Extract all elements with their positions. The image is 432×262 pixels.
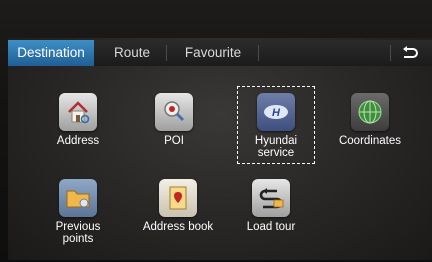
menu-item-label: Coordinates	[338, 135, 401, 147]
tab-destination[interactable]: Destination	[8, 40, 94, 66]
menu-item-label: Address book	[142, 221, 214, 233]
menu-item-poi[interactable]: POI	[129, 93, 219, 147]
tab-separator	[258, 45, 259, 61]
menu-item-coordinates[interactable]: Coordinates	[320, 93, 420, 147]
menu-item-label: Hyundai service	[254, 135, 298, 159]
back-button[interactable]	[394, 40, 426, 66]
globe-icon	[351, 93, 389, 131]
menu-item-label: Load tour	[246, 221, 296, 233]
svg-text:H: H	[272, 107, 281, 119]
house-icon	[59, 93, 97, 131]
menu-item-address[interactable]: Address	[33, 93, 123, 147]
folder-icon	[59, 179, 97, 217]
hyundai-logo-icon: H	[257, 93, 295, 131]
menu-item-load-tour[interactable]: Load tour	[226, 179, 316, 233]
menu-item-hyundai-service[interactable]: H Hyundai service	[237, 86, 315, 164]
tab-bar: Destination Route Favourite	[8, 40, 432, 66]
tab-route[interactable]: Route	[102, 40, 162, 66]
nav-screen: Destination Route Favourite Address POI …	[8, 38, 432, 260]
tab-separator	[166, 45, 167, 61]
menu-item-label: POI	[164, 135, 184, 147]
tab-favourite[interactable]: Favourite	[170, 40, 256, 66]
menu-item-previous-points[interactable]: Previous points	[33, 179, 123, 245]
tab-separator	[390, 45, 391, 61]
back-arrow-icon	[403, 46, 418, 58]
address-book-icon	[159, 179, 197, 217]
menu-item-address-book[interactable]: Address book	[129, 179, 227, 233]
menu-item-label: Address	[56, 135, 100, 147]
load-tour-icon	[252, 179, 290, 217]
poi-icon	[155, 93, 193, 131]
menu-item-label: Previous points	[55, 221, 101, 245]
